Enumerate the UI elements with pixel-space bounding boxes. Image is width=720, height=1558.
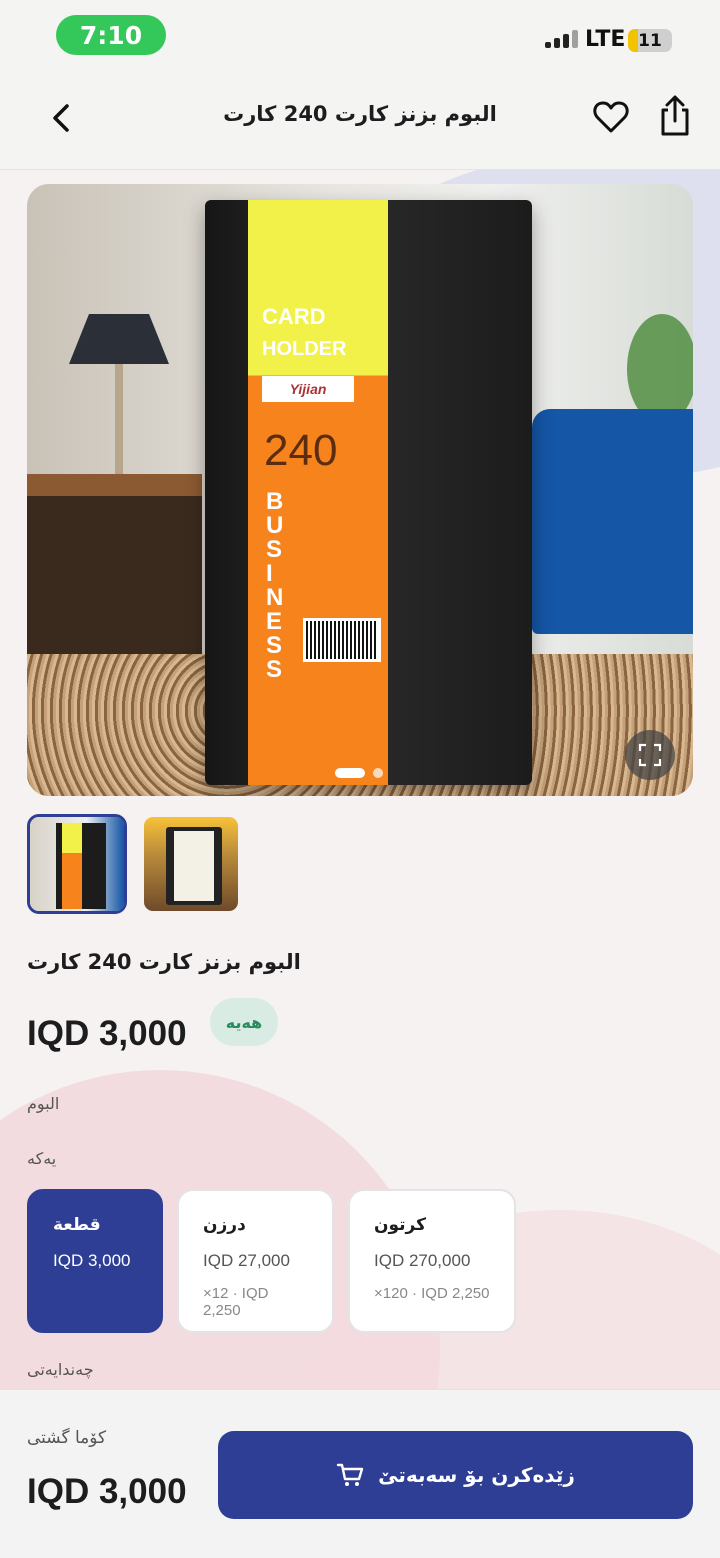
quantity-label: چەندایەتی [27, 1360, 94, 1379]
band-business-text: BUSINESS [266, 488, 284, 683]
product-image[interactable]: CARD HOLDER Yijian 240 BUSINESS [27, 184, 693, 796]
unit-price: IQD 270,000 [374, 1251, 471, 1270]
unit-option-carton[interactable]: كرتون IQD 270,000 ×120 · IQD 2,250 [348, 1189, 516, 1333]
add-to-cart-label: زێدەکرن بۆ سەبەتێ [378, 1463, 575, 1487]
unit-name: كرتون [374, 1215, 427, 1235]
unit-price: IQD 3,000 [53, 1251, 131, 1270]
network-type: LTE [585, 27, 626, 52]
unit-per-price: ×120 · IQD 2,250 [374, 1285, 490, 1302]
status-time: 7:10 [56, 15, 166, 55]
signal-icon [545, 30, 578, 48]
unit-option-dozen[interactable]: درزن IQD 27,000 ×12 · IQD 2,250 [177, 1189, 334, 1333]
thumbnail-2[interactable] [141, 814, 241, 914]
product-band: CARD HOLDER Yijian 240 BUSINESS [248, 200, 388, 785]
product-price: IQD 3,000 [27, 1014, 187, 1053]
battery-level: 11 [638, 30, 662, 51]
unit-section-label: یەکە [27, 1149, 57, 1168]
unit-per-price: ×12 · IQD 2,250 [203, 1285, 269, 1319]
page-title: البوم بزنز كارت 240 كارت [223, 102, 497, 126]
bottom-bar: کۆما گشتی IQD 3,000 زێدەکرن بۆ سەبەتێ [0, 1389, 720, 1558]
heart-icon[interactable] [590, 96, 632, 138]
top-nav: البوم بزنز كارت 240 كارت [0, 70, 720, 170]
thumbnail-strip [27, 814, 241, 914]
unit-name: قطعة [53, 1215, 101, 1235]
stock-badge: هەیە [210, 998, 278, 1046]
battery-icon: 11 [628, 29, 672, 52]
add-to-cart-button[interactable]: زێدەکرن بۆ سەبەتێ [218, 1431, 693, 1519]
status-bar: 7:10 LTE 11 [0, 0, 720, 70]
total-price: IQD 3,000 [27, 1472, 187, 1511]
share-icon[interactable] [654, 94, 696, 138]
unit-option-piece[interactable]: قطعة IQD 3,000 [27, 1189, 163, 1333]
band-holder-text: HOLDER [262, 338, 347, 360]
cart-icon [336, 1463, 364, 1486]
barcode [303, 618, 381, 662]
band-number: 240 [264, 426, 338, 475]
band-card-text: CARD [262, 304, 326, 329]
total-label: کۆما گشتی [27, 1428, 107, 1448]
expand-icon[interactable] [625, 730, 675, 780]
carousel-indicator [335, 768, 383, 778]
unit-options: قطعة IQD 3,000 درزن IQD 27,000 ×12 · IQD… [27, 1189, 516, 1333]
back-chevron-icon[interactable] [42, 98, 82, 138]
band-brand: Yijian [262, 376, 354, 402]
unit-price: IQD 27,000 [203, 1251, 290, 1270]
product-title: البوم بزنز كارت 240 كارت [27, 950, 301, 974]
thumbnail-1[interactable] [27, 814, 127, 914]
product-category: البوم [27, 1094, 60, 1113]
unit-name: درزن [203, 1215, 246, 1235]
